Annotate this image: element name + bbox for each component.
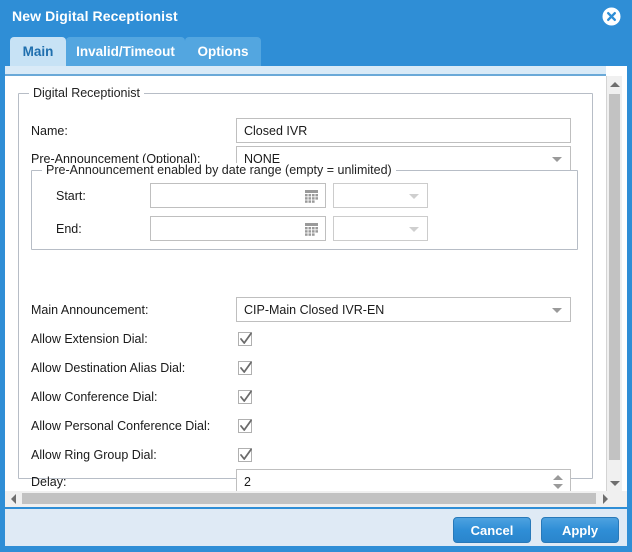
tab-strip: Main Invalid/Timeout Options	[5, 33, 627, 66]
window-border-right	[627, 0, 632, 552]
chevron-down-icon	[409, 226, 419, 232]
allow-destination-alias-dial-label: Allow Destination Alias Dial:	[31, 361, 186, 375]
window-border-bottom	[0, 546, 632, 552]
tab-invalid-timeout[interactable]: Invalid/Timeout	[66, 37, 185, 66]
vertical-scrollbar-thumb[interactable]	[609, 94, 620, 460]
end-date-input[interactable]	[150, 216, 326, 241]
name-input[interactable]: Closed IVR	[236, 118, 571, 143]
chevron-left-icon	[10, 493, 16, 504]
cancel-button-label: Cancel	[470, 522, 514, 538]
scroll-down-button[interactable]	[607, 475, 622, 491]
apply-button-label: Apply	[561, 522, 599, 538]
digital-receptionist-group: Digital Receptionist Name: Closed IVR Pr…	[18, 86, 593, 491]
calendar-icon[interactable]	[305, 222, 318, 236]
cancel-button[interactable]: Cancel	[453, 517, 531, 543]
chevron-down-icon	[552, 307, 562, 313]
start-label: Start:	[56, 189, 86, 203]
digital-receptionist-group-legend: Digital Receptionist	[29, 86, 144, 100]
tab-options[interactable]: Options	[185, 37, 261, 66]
allow-extension-dial-label: Allow Extension Dial:	[31, 332, 148, 346]
delay-stepper[interactable]	[553, 474, 564, 490]
start-timezone-select[interactable]	[333, 183, 428, 208]
close-icon[interactable]	[602, 7, 621, 26]
stepper-up-icon[interactable]	[553, 474, 563, 480]
allow-destination-alias-dial-checkbox[interactable]	[238, 361, 252, 375]
main-announcement-label: Main Announcement:	[31, 303, 149, 317]
scroll-right-button[interactable]	[597, 491, 613, 506]
main-announcement-select-value: CIP-Main Closed IVR-EN	[244, 302, 385, 317]
form-content: Digital Receptionist Name: Closed IVR Pr…	[5, 76, 606, 491]
tab-options-label: Options	[197, 44, 249, 59]
apply-button[interactable]: Apply	[541, 517, 619, 543]
chevron-down-icon	[552, 156, 562, 162]
tab-main-label: Main	[22, 44, 54, 59]
delay-input[interactable]: 2	[236, 469, 571, 491]
chevron-down-icon	[609, 480, 620, 486]
delay-label: Delay:	[31, 475, 67, 489]
date-range-group-legend: Pre-Announcement enabled by date range (…	[42, 163, 396, 177]
allow-extension-dial-checkbox[interactable]	[238, 332, 252, 346]
name-label: Name:	[31, 124, 68, 138]
allow-conference-dial-label: Allow Conference Dial:	[31, 390, 158, 404]
chevron-up-icon	[609, 81, 620, 87]
calendar-icon[interactable]	[305, 189, 318, 203]
end-timezone-select[interactable]	[333, 216, 428, 241]
date-range-group: Pre-Announcement enabled by date range (…	[31, 163, 578, 250]
vertical-scrollbar[interactable]	[606, 76, 622, 491]
allow-ring-group-dial-checkbox[interactable]	[238, 448, 252, 462]
horizontal-scrollbar[interactable]	[5, 491, 627, 507]
delay-input-value: 2	[244, 474, 251, 489]
title-bar: New Digital Receptionist	[0, 0, 632, 33]
chevron-down-icon	[409, 193, 419, 199]
allow-conference-dial-checkbox[interactable]	[238, 390, 252, 404]
main-announcement-select[interactable]: CIP-Main Closed IVR-EN	[236, 297, 571, 322]
dialog-footer: Cancel Apply	[5, 507, 627, 546]
dialog-window: New Digital Receptionist Main Invalid/Ti…	[0, 0, 632, 552]
window-title: New Digital Receptionist	[12, 8, 178, 24]
stepper-down-icon[interactable]	[553, 483, 563, 489]
name-input-value: Closed IVR	[244, 123, 308, 138]
tab-invalid-timeout-label: Invalid/Timeout	[76, 44, 175, 59]
chevron-right-icon	[602, 493, 608, 504]
allow-personal-conference-dial-label: Allow Personal Conference Dial:	[31, 419, 211, 433]
allow-ring-group-dial-label: Allow Ring Group Dial:	[31, 448, 157, 462]
tab-main[interactable]: Main	[10, 37, 66, 66]
end-label: End:	[56, 222, 82, 236]
scroll-left-button[interactable]	[5, 491, 21, 506]
allow-personal-conference-dial-checkbox[interactable]	[238, 419, 252, 433]
scroll-up-button[interactable]	[607, 76, 622, 92]
start-date-input[interactable]	[150, 183, 326, 208]
horizontal-scrollbar-thumb[interactable]	[22, 493, 596, 504]
